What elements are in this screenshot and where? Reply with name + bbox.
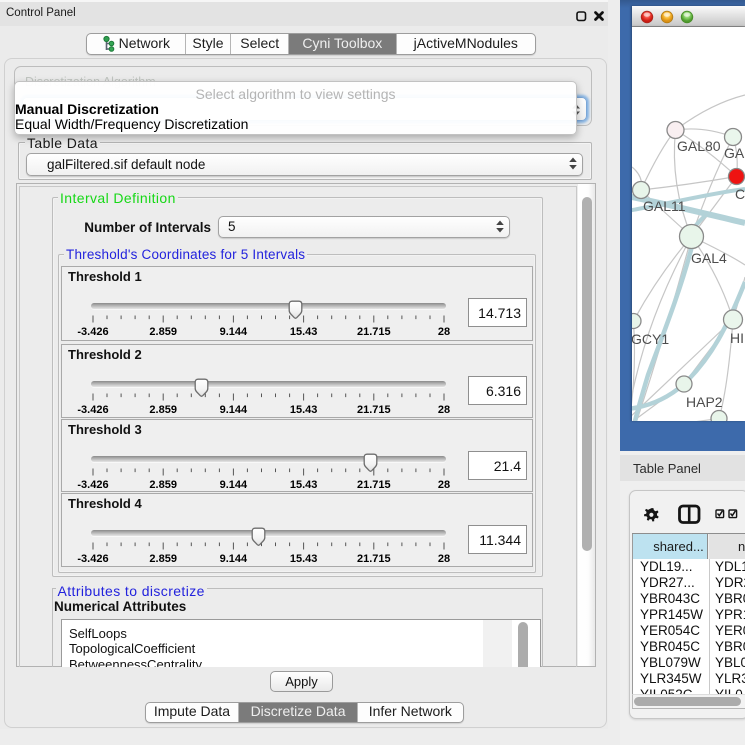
svg-text:GAL80: GAL80 <box>677 138 721 154</box>
svg-text:GAL4: GAL4 <box>691 250 727 266</box>
svg-text:GAL2: GAL2 <box>724 145 745 161</box>
svg-text:HAP2: HAP2 <box>686 394 723 410</box>
svg-text:CY: CY <box>735 186 745 202</box>
svg-text:GAL11: GAL11 <box>643 198 686 214</box>
svg-text:HI: HI <box>730 330 744 346</box>
svg-text:GCY1: GCY1 <box>632 331 669 347</box>
